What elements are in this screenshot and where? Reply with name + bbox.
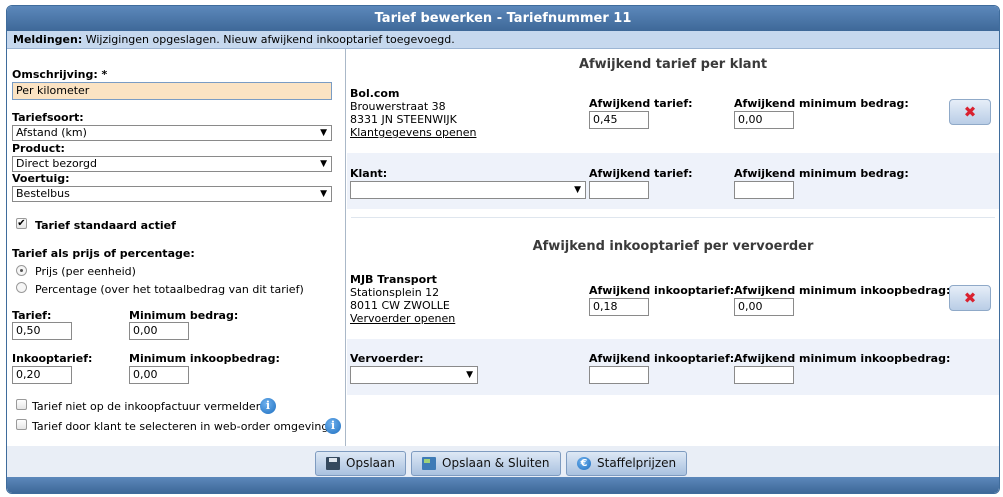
scale-prices-button[interactable]: € Staffelprijzen <box>566 451 688 476</box>
vehicle-label: Voertuig: <box>12 172 70 185</box>
save-button-label: Opslaan <box>346 456 395 470</box>
min-amount-input[interactable]: 0,00 <box>129 322 189 340</box>
price-or-percentage-label: Tarief als prijs of percentage: <box>12 247 195 260</box>
radio-price[interactable] <box>16 265 27 276</box>
new-carrier-label: Vervoerder: <box>350 352 424 365</box>
carrier-rate-label: Afwijkend inkooptarief: <box>589 284 735 297</box>
product-value: Direct bezorgd <box>16 157 97 170</box>
customer-details-link[interactable]: Klantgegevens openen <box>350 126 476 139</box>
new-customer-rate-input[interactable] <box>589 181 649 199</box>
customer-rate-input[interactable]: 0,45 <box>589 111 649 129</box>
radio-percentage[interactable] <box>16 282 27 293</box>
messages-label: Meldingen: <box>13 33 83 46</box>
save-close-button[interactable]: Opslaan & Sluiten <box>411 451 561 476</box>
default-active-label: Tarief standaard actief <box>35 219 176 232</box>
customer-rate-label: Afwijkend tarief: <box>589 97 693 110</box>
min-purchase-input[interactable]: 0,00 <box>129 366 189 384</box>
scale-prices-button-label: Staffelprijzen <box>597 456 677 470</box>
tariff-type-label: Tariefsoort: <box>12 111 84 124</box>
delete-x-icon: ✖ <box>963 103 977 121</box>
info-icon[interactable]: i <box>260 398 276 414</box>
product-select[interactable]: Direct bezorgd ▼ <box>12 156 332 172</box>
radio-percentage-label: Percentage (over het totaalbedrag van di… <box>35 283 304 296</box>
new-carrier-min-input[interactable] <box>734 366 794 384</box>
client-select-label: Tarief door klant te selecteren in web-o… <box>32 420 329 433</box>
chevron-down-icon: ▼ <box>466 370 473 380</box>
new-customer-min-label: Afwijkend minimum bedrag: <box>734 167 909 180</box>
vehicle-value: Bestelbus <box>16 187 70 200</box>
window-title: Tarief bewerken - Tariefnummer 11 <box>7 6 999 31</box>
carrier-min-label: Afwijkend minimum inkoopbedrag: <box>734 284 951 297</box>
tariff-type-select[interactable]: Afstand (km) ▼ <box>12 125 332 141</box>
tariff-type-value: Afstand (km) <box>16 126 87 139</box>
delete-customer-rate-button[interactable]: ✖ <box>949 99 991 125</box>
carrier-street: Stationsplein 12 <box>350 286 440 299</box>
product-label: Product: <box>12 142 65 155</box>
min-purchase-label: Minimum inkoopbedrag: <box>129 352 280 365</box>
messages-text: Wijzigingen opgeslagen. Nieuw afwijkend … <box>85 33 455 46</box>
save-close-button-label: Opslaan & Sluiten <box>442 456 550 470</box>
save-close-icon <box>422 457 436 470</box>
deviating-tariffs-panel: Afwijkend tarief per klant Bol.com Brouw… <box>347 49 999 451</box>
carrier-name: MJB Transport <box>350 273 437 286</box>
customer-min-label: Afwijkend minimum bedrag: <box>734 97 909 110</box>
not-on-invoice-checkbox[interactable] <box>16 399 27 410</box>
delete-carrier-rate-button[interactable]: ✖ <box>949 285 991 311</box>
min-amount-label: Minimum bedrag: <box>129 309 239 322</box>
carrier-section-title: Afwijkend inkooptarief per vervoerder <box>532 239 814 254</box>
save-button[interactable]: Opslaan <box>315 451 406 476</box>
customer-name: Bol.com <box>350 87 400 100</box>
chevron-down-icon: ▼ <box>320 128 327 138</box>
new-client-label: Klant: <box>350 167 388 180</box>
description-label: Omschrijving: * <box>12 68 108 81</box>
chevron-down-icon: ▼ <box>320 159 327 169</box>
floppy-disk-icon <box>326 457 340 470</box>
euro-icon: € <box>577 457 591 470</box>
new-customer-min-input[interactable] <box>734 181 794 199</box>
carrier-city: 8011 CW ZWOLLE <box>350 299 450 312</box>
vehicle-select[interactable]: Bestelbus ▼ <box>12 186 332 202</box>
description-input[interactable]: Per kilometer <box>12 82 332 100</box>
chevron-down-icon: ▼ <box>320 189 327 199</box>
purchase-tariff-label: Inkooptarief: <box>12 352 93 365</box>
customer-street: Brouwerstraat 38 <box>350 100 446 113</box>
carrier-rate-input[interactable]: 0,18 <box>589 298 649 316</box>
new-customer-rate-label: Afwijkend tarief: <box>589 167 693 180</box>
customer-min-input[interactable]: 0,00 <box>734 111 794 129</box>
tariff-input[interactable]: 0,50 <box>12 322 72 340</box>
carrier-min-input[interactable]: 0,00 <box>734 298 794 316</box>
chevron-down-icon: ▼ <box>574 185 581 195</box>
messages-bar: Meldingen: Wijzigingen opgeslagen. Nieuw… <box>7 31 999 49</box>
purchase-tariff-input[interactable]: 0,20 <box>12 366 72 384</box>
tariff-form-panel: Omschrijving: * Per kilometer Tariefsoor… <box>7 49 346 451</box>
client-select-checkbox[interactable] <box>16 419 27 430</box>
default-active-checkbox[interactable]: ✔ <box>16 218 27 229</box>
client-select[interactable]: ▼ <box>350 181 586 199</box>
not-on-invoice-label: Tarief niet op de inkoopfactuur vermelde… <box>32 400 263 413</box>
radio-price-label: Prijs (per eenheid) <box>35 265 136 278</box>
new-carrier-min-label: Afwijkend minimum inkoopbedrag: <box>734 352 951 365</box>
info-icon[interactable]: i <box>325 418 341 434</box>
tariff-label: Tarief: <box>12 309 52 322</box>
footer-bar: Opslaan Opslaan & Sluiten € Staffelprijz… <box>7 446 999 493</box>
footer-strip <box>7 477 999 493</box>
carrier-details-link[interactable]: Vervoerder openen <box>350 312 455 325</box>
edit-tariff-window: Tarief bewerken - Tariefnummer 11 Meldin… <box>6 5 1000 494</box>
customer-city: 8331 JN STEENWIJK <box>350 113 457 126</box>
new-carrier-rate-label: Afwijkend inkooptarief: <box>589 352 735 365</box>
delete-x-icon: ✖ <box>963 289 977 307</box>
section-divider <box>351 217 995 218</box>
customer-section-title: Afwijkend tarief per klant <box>578 57 768 72</box>
carrier-select[interactable]: ▼ <box>350 366 478 384</box>
new-carrier-rate-input[interactable] <box>589 366 649 384</box>
